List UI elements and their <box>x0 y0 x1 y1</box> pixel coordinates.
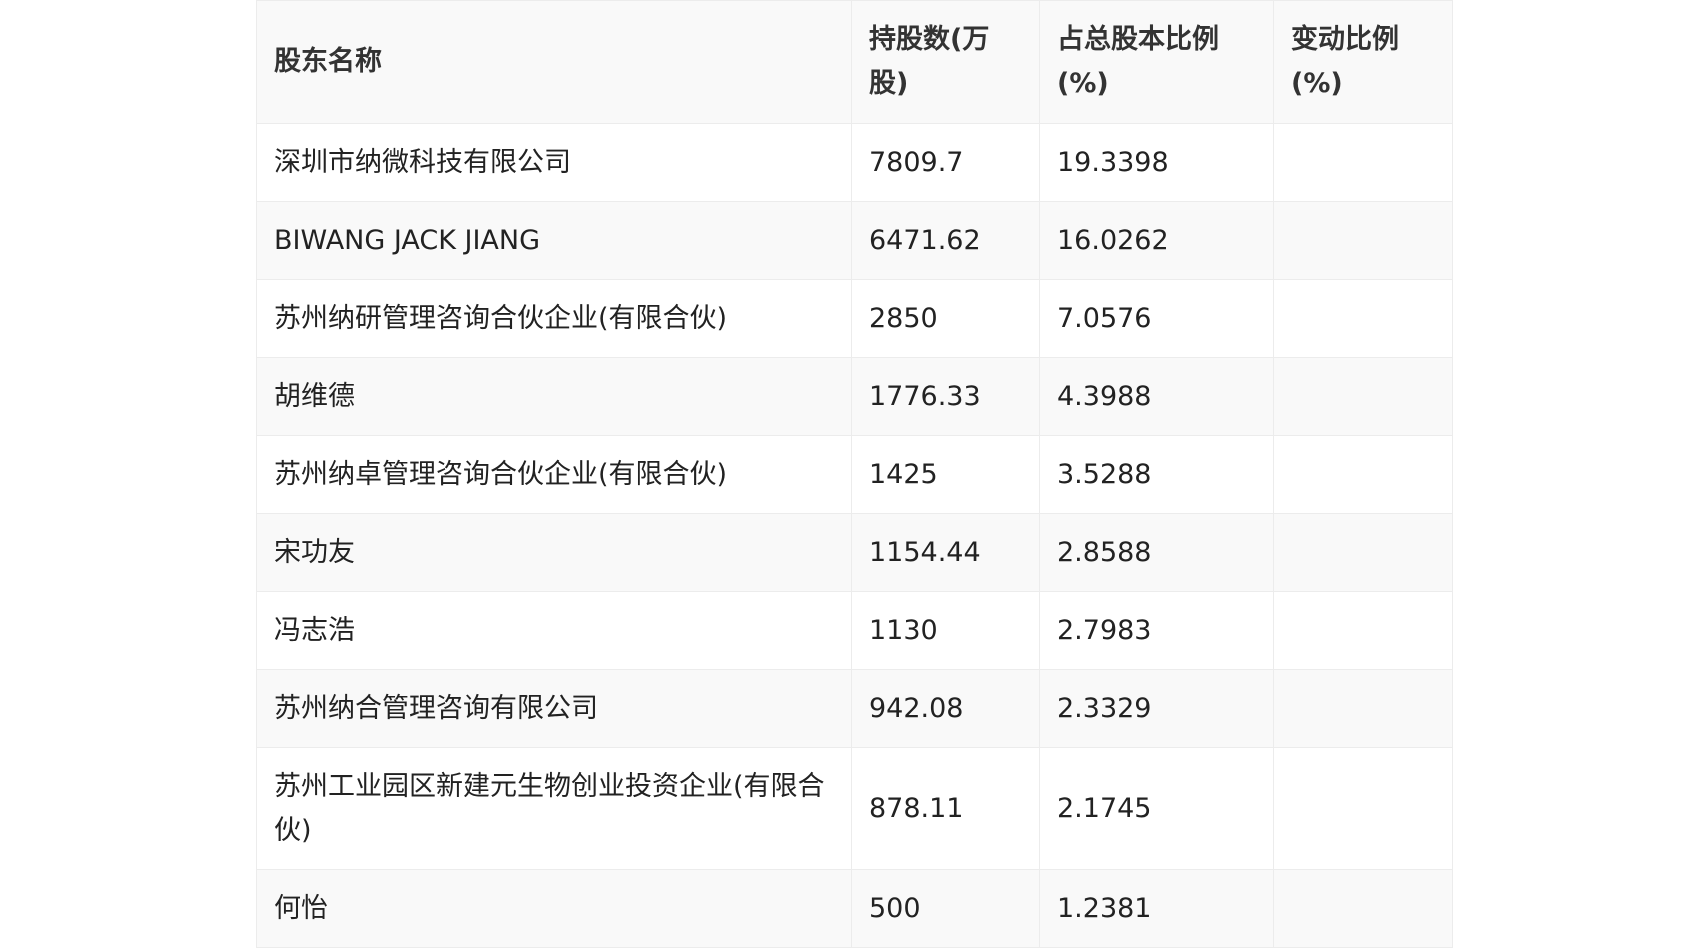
header-shareholder-name: 股东名称 <box>256 0 852 124</box>
cell-share-ratio: 16.0262 <box>1039 201 1274 280</box>
cell-share-ratio: 3.5288 <box>1039 435 1274 514</box>
header-share-ratio: 占总股本比例(%) <box>1039 0 1274 124</box>
table-row: 苏州工业园区新建元生物创业投资企业(有限合伙) 878.11 2.1745 <box>256 747 1453 870</box>
cell-shares-held: 1130 <box>851 591 1040 670</box>
table-row: 苏州纳卓管理咨询合伙企业(有限合伙) 1425 3.5288 <box>256 435 1453 514</box>
cell-share-ratio: 2.8588 <box>1039 513 1274 592</box>
cell-shares-held: 1154.44 <box>851 513 1040 592</box>
cell-shares-held: 7809.7 <box>851 123 1040 202</box>
table-row: 宋功友 1154.44 2.8588 <box>256 513 1453 592</box>
table-header-row: 股东名称 持股数(万股) 占总股本比例(%) 变动比例(%) <box>256 0 1453 124</box>
table-row: 苏州纳研管理咨询合伙企业(有限合伙) 2850 7.0576 <box>256 279 1453 358</box>
cell-shareholder-name: 宋功友 <box>256 513 852 592</box>
table-row: 何怡 500 1.2381 <box>256 869 1453 948</box>
cell-shares-held: 1425 <box>851 435 1040 514</box>
cell-shares-held: 500 <box>851 869 1040 948</box>
cell-change-ratio <box>1273 201 1453 280</box>
header-shares-held: 持股数(万股) <box>851 0 1040 124</box>
cell-share-ratio: 1.2381 <box>1039 869 1274 948</box>
table-row: 胡维德 1776.33 4.3988 <box>256 357 1453 436</box>
cell-shares-held: 2850 <box>851 279 1040 358</box>
cell-shareholder-name: 何怡 <box>256 869 852 948</box>
cell-shares-held: 1776.33 <box>851 357 1040 436</box>
cell-share-ratio: 7.0576 <box>1039 279 1274 358</box>
table-row: 冯志浩 1130 2.7983 <box>256 591 1453 670</box>
cell-change-ratio <box>1273 869 1453 948</box>
header-change-ratio: 变动比例(%) <box>1273 0 1453 124</box>
cell-change-ratio <box>1273 435 1453 514</box>
cell-shares-held: 878.11 <box>851 747 1040 870</box>
cell-shareholder-name: 深圳市纳微科技有限公司 <box>256 123 852 202</box>
table-row: BIWANG JACK JIANG 6471.62 16.0262 <box>256 201 1453 280</box>
cell-share-ratio: 2.1745 <box>1039 747 1274 870</box>
table-row: 深圳市纳微科技有限公司 7809.7 19.3398 <box>256 123 1453 202</box>
cell-change-ratio <box>1273 747 1453 870</box>
cell-shareholder-name: 冯志浩 <box>256 591 852 670</box>
cell-shareholder-name: 苏州纳研管理咨询合伙企业(有限合伙) <box>256 279 852 358</box>
cell-change-ratio <box>1273 123 1453 202</box>
cell-share-ratio: 2.3329 <box>1039 669 1274 748</box>
cell-change-ratio <box>1273 279 1453 358</box>
cell-change-ratio <box>1273 357 1453 436</box>
cell-shareholder-name: 苏州工业园区新建元生物创业投资企业(有限合伙) <box>256 747 852 870</box>
cell-change-ratio <box>1273 513 1453 592</box>
cell-change-ratio <box>1273 591 1453 670</box>
cell-share-ratio: 4.3988 <box>1039 357 1274 436</box>
shareholder-table: 股东名称 持股数(万股) 占总股本比例(%) 变动比例(%) 深圳市纳微科技有限… <box>256 0 1453 948</box>
cell-shares-held: 942.08 <box>851 669 1040 748</box>
table-row: 苏州纳合管理咨询有限公司 942.08 2.3329 <box>256 669 1453 748</box>
cell-shareholder-name: 胡维德 <box>256 357 852 436</box>
cell-shareholder-name: 苏州纳合管理咨询有限公司 <box>256 669 852 748</box>
cell-shareholder-name: 苏州纳卓管理咨询合伙企业(有限合伙) <box>256 435 852 514</box>
cell-shares-held: 6471.62 <box>851 201 1040 280</box>
cell-change-ratio <box>1273 669 1453 748</box>
cell-share-ratio: 19.3398 <box>1039 123 1274 202</box>
cell-share-ratio: 2.7983 <box>1039 591 1274 670</box>
shareholder-table-container: 股东名称 持股数(万股) 占总股本比例(%) 变动比例(%) 深圳市纳微科技有限… <box>256 0 1453 948</box>
cell-shareholder-name: BIWANG JACK JIANG <box>256 201 852 280</box>
